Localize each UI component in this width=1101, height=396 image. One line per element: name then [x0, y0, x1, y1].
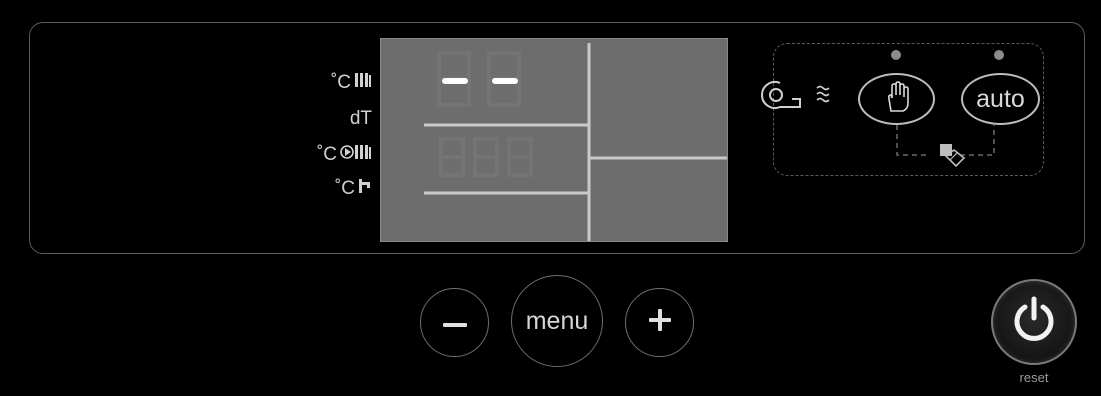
valve-icon [936, 142, 966, 173]
dt-text: dT [349, 108, 372, 129]
label-tap-temp: ˚C [335, 178, 372, 200]
manual-led [891, 50, 901, 60]
label-pump-temp: ˚C [317, 144, 372, 166]
minus-icon [442, 314, 467, 332]
boiler-flame-icon [760, 80, 838, 115]
power-icon [1011, 296, 1057, 349]
tap-icon [358, 178, 372, 200]
label-dt: dT [350, 108, 372, 130]
menu-label: menu [525, 306, 589, 335]
plus-icon [648, 309, 671, 336]
lcd-dash-2 [492, 78, 518, 84]
auto-mode-button[interactable]: auto [961, 73, 1040, 125]
hand-icon [885, 80, 909, 118]
label-radiator-temp: ˚C [331, 72, 372, 94]
menu-button[interactable]: menu [511, 275, 603, 367]
lcd-dash-1 [442, 78, 468, 84]
radiator-icon [354, 72, 372, 94]
pump-radiator-icon [340, 144, 372, 166]
minus-button[interactable] [420, 288, 489, 357]
unit-celsius: ˚C [316, 144, 337, 165]
plus-button[interactable] [625, 288, 694, 357]
auto-led [994, 50, 1004, 60]
lcd-segments [424, 43, 727, 241]
row-labels: ˚C dT ˚C ˚C [300, 72, 372, 202]
unit-celsius: ˚C [330, 72, 351, 93]
power-reset-button[interactable] [991, 279, 1077, 365]
unit-celsius: ˚C [334, 178, 355, 199]
auto-label: auto [976, 84, 1025, 113]
reset-label: reset [1019, 370, 1049, 385]
manual-mode-button[interactable] [858, 73, 935, 125]
lcd-screen [380, 38, 728, 242]
